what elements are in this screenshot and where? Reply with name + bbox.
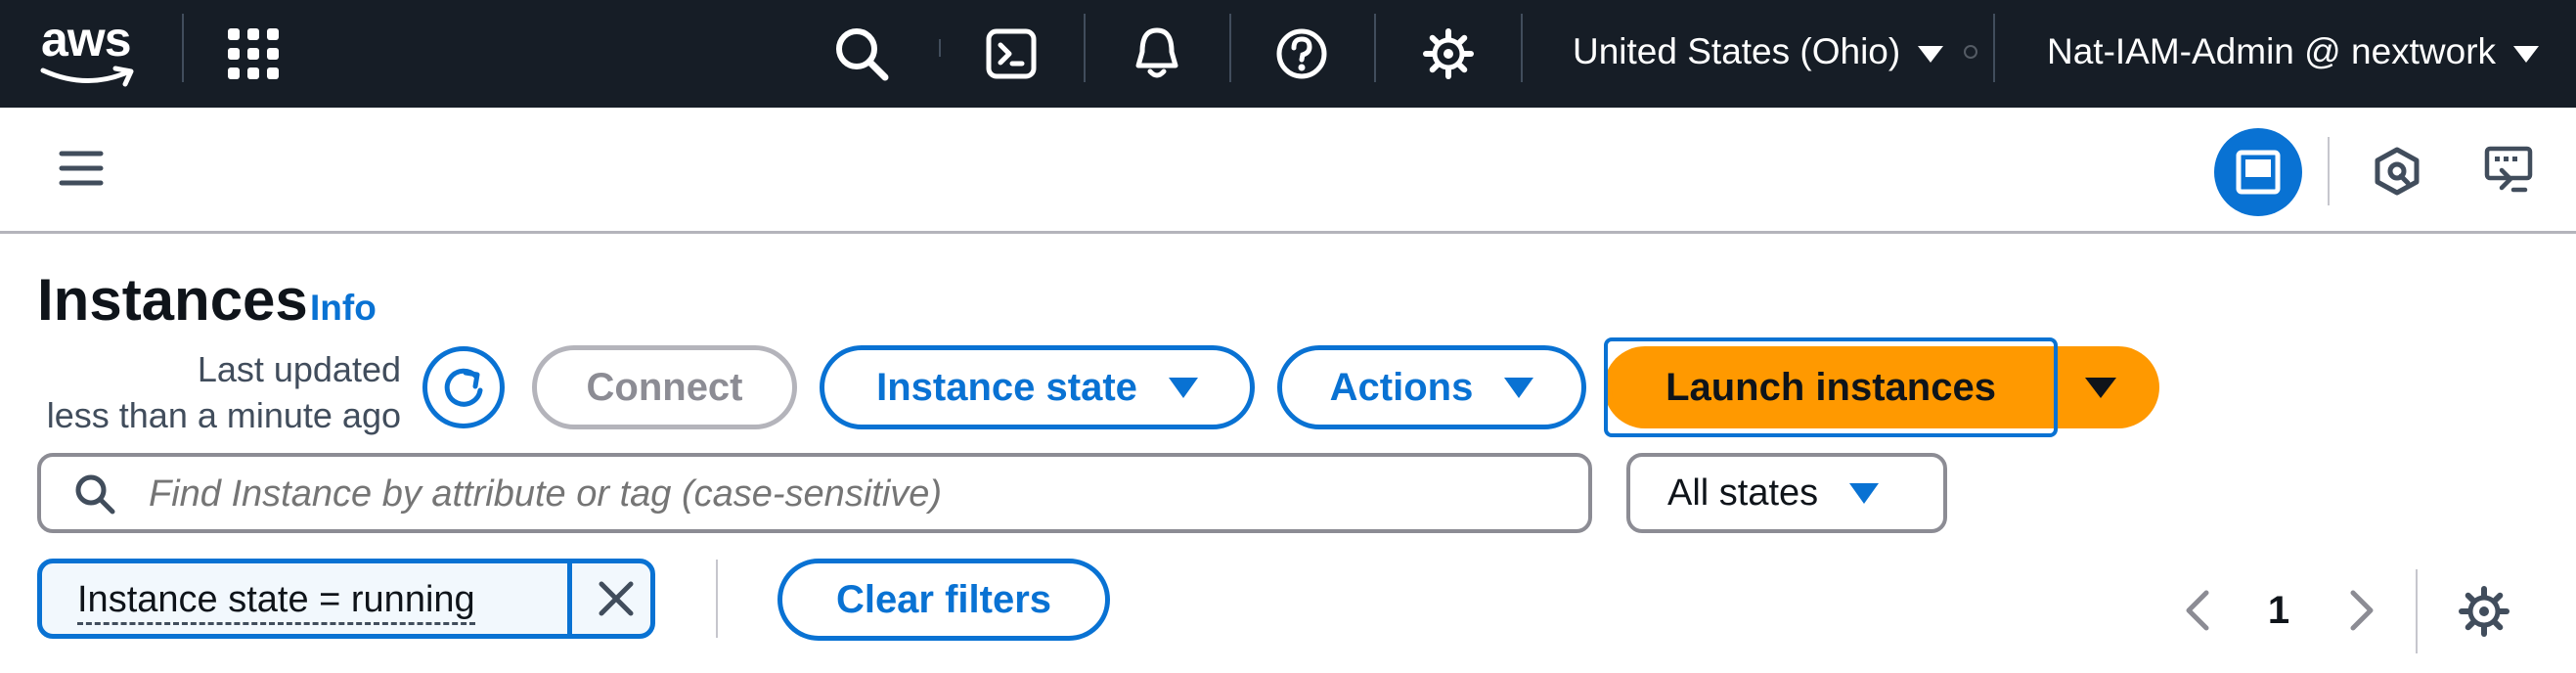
search-icon[interactable] xyxy=(829,22,894,86)
aws-logo-text: aws xyxy=(41,12,132,67)
previous-page-icon[interactable] xyxy=(2181,587,2214,634)
remove-filter-button[interactable] xyxy=(567,563,650,634)
actions-label: Actions xyxy=(1329,365,1474,409)
instance-state-button[interactable]: Instance state xyxy=(820,345,1255,429)
next-page-icon[interactable] xyxy=(2345,587,2378,634)
caret-down-icon xyxy=(1504,377,1534,398)
caret-down-icon xyxy=(1168,377,1198,398)
caret-down-icon xyxy=(1849,482,1880,504)
feedback-icon[interactable] xyxy=(2484,145,2535,196)
divider xyxy=(716,560,718,638)
current-page-number[interactable]: 1 xyxy=(2259,587,2298,634)
caret-down-icon xyxy=(2085,378,2116,398)
state-filter-value: All states xyxy=(1667,471,1819,514)
region-selector[interactable]: United States (Ohio) xyxy=(1573,27,1944,76)
aws-smile-icon xyxy=(40,66,134,87)
aws-logo[interactable]: aws xyxy=(37,10,145,88)
divider xyxy=(2416,569,2418,653)
search-field[interactable] xyxy=(37,453,1592,533)
last-updated-text: Last updated less than a minute ago xyxy=(37,346,401,438)
clear-filters-label: Clear filters xyxy=(835,577,1052,621)
security-icon[interactable] xyxy=(2373,147,2421,196)
gear-icon[interactable] xyxy=(1416,22,1481,86)
caret-down-icon xyxy=(2513,45,2540,63)
launch-instances-split-button: Launch instances xyxy=(1604,337,2161,437)
status-dot-icon xyxy=(1964,45,1977,59)
filter-token-label[interactable]: Instance state = running xyxy=(77,577,475,625)
instance-state-label: Instance state xyxy=(876,365,1137,409)
table-preferences-gear-icon[interactable] xyxy=(2457,584,2511,639)
search-icon xyxy=(75,474,115,515)
refresh-icon xyxy=(444,368,483,407)
help-icon[interactable] xyxy=(1269,22,1334,86)
launch-instances-label: Launch instances xyxy=(1666,365,1996,409)
page-title: Instances xyxy=(37,267,308,333)
caret-down-icon xyxy=(1918,45,1944,63)
search-input[interactable] xyxy=(147,467,1559,521)
hamburger-icon[interactable] xyxy=(59,149,104,188)
last-updated-line2: less than a minute ago xyxy=(46,395,401,435)
top-navigation: aws United States (Ohio) Nat-IAM-Admin @… xyxy=(0,0,2576,108)
info-link[interactable]: Info xyxy=(310,287,377,330)
connect-label: Connect xyxy=(586,365,743,409)
clear-filters-button[interactable]: Clear filters xyxy=(777,559,1110,641)
bell-icon[interactable] xyxy=(1125,22,1189,86)
state-filter-select[interactable]: All states xyxy=(1626,453,1947,533)
last-updated-line1: Last updated xyxy=(197,349,401,389)
actions-button[interactable]: Actions xyxy=(1277,345,1586,429)
connect-button[interactable]: Connect xyxy=(532,345,797,429)
filter-token: Instance state = running xyxy=(37,559,655,639)
close-icon xyxy=(599,581,634,616)
console-toolbar xyxy=(0,108,2576,234)
refresh-button[interactable] xyxy=(422,346,505,428)
cloudshell-icon[interactable] xyxy=(979,22,1044,86)
panel-icon[interactable] xyxy=(2214,128,2302,216)
grid-icon[interactable] xyxy=(221,22,286,86)
launch-instances-button[interactable]: Launch instances xyxy=(1604,337,2058,437)
region-label: United States (Ohio) xyxy=(1573,31,1901,71)
account-menu[interactable]: Nat-IAM-Admin @ nextwork xyxy=(2047,27,2540,76)
account-label: Nat-IAM-Admin @ nextwork xyxy=(2047,31,2497,71)
